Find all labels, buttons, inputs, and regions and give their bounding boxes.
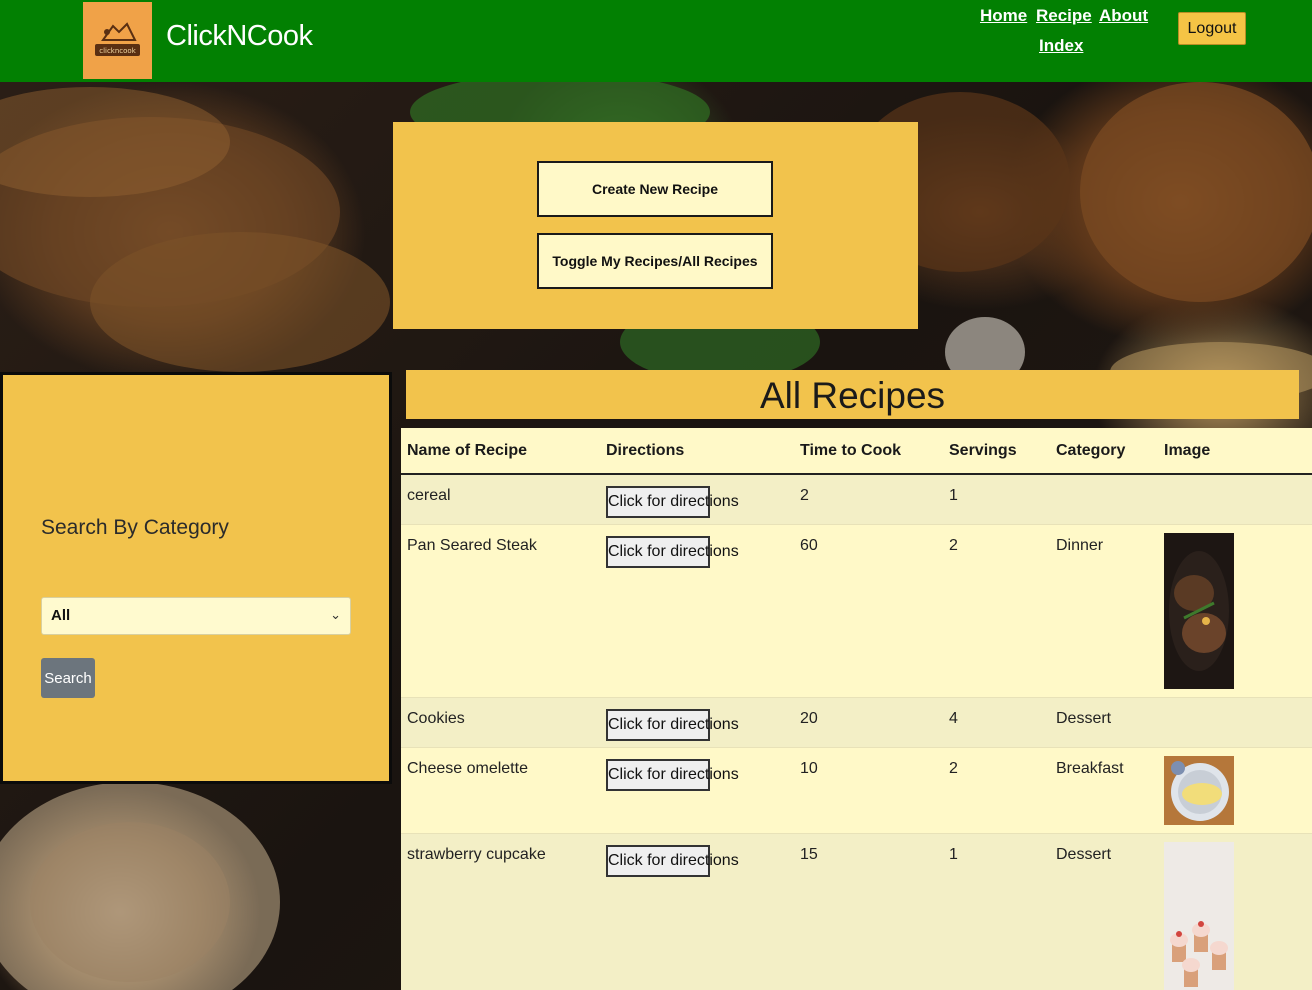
recipe-name: Cookies (401, 696, 600, 747)
table-row: cereal Click for directions 2 1 (401, 473, 1312, 524)
recipe-name: Cheese omelette (401, 746, 600, 833)
directions-button[interactable]: Click for directions (606, 535, 739, 568)
site-logo[interactable]: clickncook (83, 2, 152, 79)
nav-recipe-index-link-line1[interactable]: Recipe (1036, 6, 1092, 26)
brand-name: ClickNCook (166, 20, 313, 52)
recipe-time: 15 (794, 832, 943, 990)
recipe-time: 60 (794, 523, 943, 697)
directions-button[interactable]: Click for directions (606, 758, 739, 791)
logout-button[interactable]: Logout (1178, 12, 1246, 45)
recipe-servings: 4 (943, 696, 1050, 747)
recipe-category (1050, 473, 1158, 524)
recipe-image-cell (1158, 696, 1312, 747)
toggle-recipes-button[interactable]: Toggle My Recipes/All Recipes (537, 233, 773, 289)
recipe-image-cell (1158, 473, 1312, 524)
recipe-image-cell (1158, 832, 1312, 990)
column-header-servings: Servings (943, 428, 1050, 475)
recipe-time: 10 (794, 746, 943, 833)
column-header-category: Category (1050, 428, 1158, 475)
recipe-category: Dinner (1050, 523, 1158, 697)
recipe-name: strawberry cupcake (401, 832, 600, 990)
recipe-servings: 2 (943, 523, 1050, 697)
directions-button[interactable]: Click for directions (606, 486, 739, 518)
recipe-image-cell (1158, 746, 1312, 833)
chef-logo-icon: clickncook (95, 22, 140, 56)
page-title: All Recipes (759, 375, 946, 416)
directions-button[interactable]: Click for directions (606, 844, 739, 877)
recipe-image-cell (1158, 523, 1312, 697)
omelette-photo[interactable] (1164, 755, 1234, 825)
recipe-name: cereal (401, 473, 600, 524)
directions-button[interactable]: Click for directions (606, 708, 739, 741)
table-row: Cheese omelette Click for directions 10 … (401, 746, 1312, 833)
recipe-actions-panel: Create New Recipe Toggle My Recipes/All … (393, 122, 918, 329)
search-panel-title: Search By Category (41, 516, 229, 539)
nav-about-link[interactable]: About (1099, 6, 1148, 26)
recipe-category: Dessert (1050, 832, 1158, 990)
recipe-time: 20 (794, 696, 943, 747)
search-button[interactable]: Search (41, 658, 95, 698)
recipe-name: Pan Seared Steak (401, 523, 600, 697)
nav-home-link[interactable]: Home (980, 6, 1027, 26)
search-by-category-panel: Search By Category All ⌄ Search (0, 372, 392, 784)
recipe-servings: 1 (943, 473, 1050, 524)
recipes-table: Name of Recipe Directions Time to Cook S… (401, 428, 1312, 990)
category-select[interactable]: All ⌄ (41, 597, 351, 635)
column-header-image: Image (1158, 428, 1312, 475)
recipe-servings: 1 (943, 832, 1050, 990)
column-header-time: Time to Cook (794, 428, 943, 475)
category-select-value: All (51, 607, 71, 624)
recipe-category: Dessert (1050, 696, 1158, 747)
nav-recipe-index-link-line2[interactable]: Index (1039, 36, 1083, 56)
column-header-name: Name of Recipe (401, 428, 600, 475)
recipes-title-bar: All Recipes (406, 370, 1299, 419)
recipe-category: Breakfast (1050, 746, 1158, 833)
column-header-directions: Directions (600, 428, 794, 475)
recipe-time: 2 (794, 473, 943, 524)
top-navbar: clickncook ClickNCook Home Recipe Index … (0, 0, 1312, 82)
svg-text:clickncook: clickncook (99, 47, 136, 55)
recipes-table-container: Name of Recipe Directions Time to Cook S… (401, 428, 1312, 990)
table-header-row: Name of Recipe Directions Time to Cook S… (401, 428, 1312, 475)
recipe-servings: 2 (943, 746, 1050, 833)
cupcake-photo[interactable] (1164, 841, 1234, 990)
table-row: Cookies Click for directions 20 4 Desser… (401, 696, 1312, 747)
steak-photo[interactable] (1164, 532, 1234, 689)
table-row: Pan Seared Steak Click for directions 60… (401, 523, 1312, 697)
chevron-down-icon: ⌄ (330, 607, 341, 622)
create-new-recipe-button[interactable]: Create New Recipe (537, 161, 773, 217)
table-row: strawberry cupcake Click for directions … (401, 832, 1312, 990)
